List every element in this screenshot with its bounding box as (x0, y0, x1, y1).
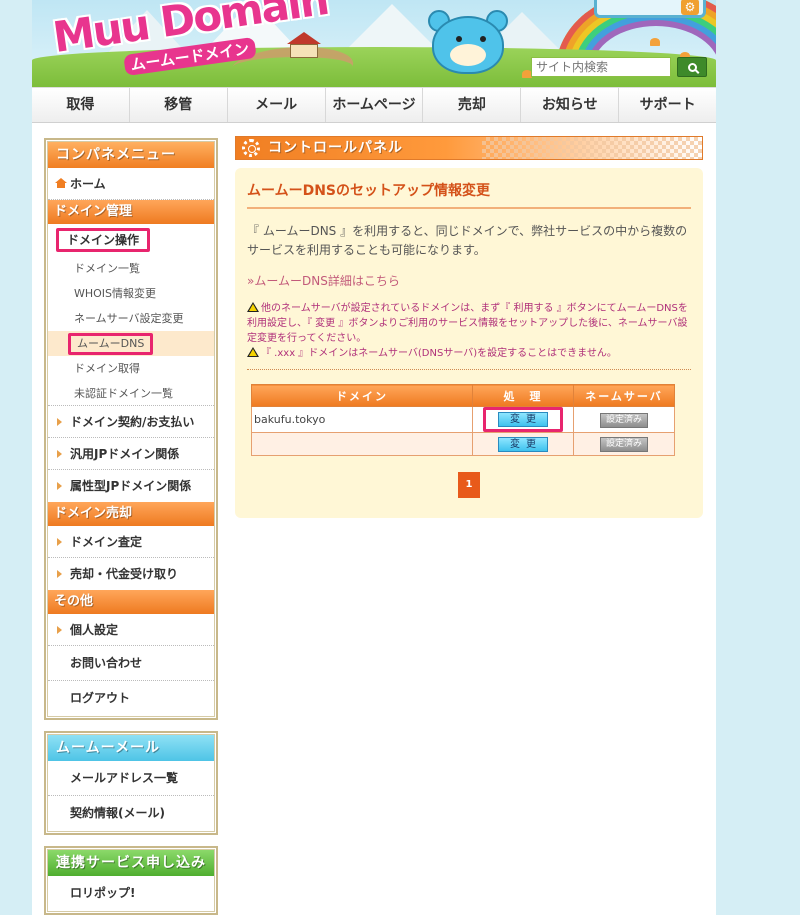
user-box[interactable]: ⚙ (594, 0, 706, 18)
triangle-right-icon (57, 418, 62, 426)
control-panel-menu: コンパネメニュー ホーム ドメイン管理 ドメイン操作 ドメイン一覧 WHOIS情… (44, 138, 218, 720)
global-nav: 取得 移管 メール ホームページ 売却 お知らせ サポート (32, 87, 716, 123)
warning-note-2: 『 .xxx 』ドメインはネームサーバ(DNSサーバ)を設定することはできません… (247, 346, 691, 361)
highlight-frame: 変更 (483, 407, 563, 432)
nav-item-mail[interactable]: メール (228, 88, 326, 122)
configured-button[interactable]: 設定済み (600, 412, 648, 428)
sidebar-item-personal-settings[interactable]: 個人設定 (48, 614, 214, 646)
details-link[interactable]: »ムームーDNS詳細はこちら (247, 272, 691, 289)
warning-note-1: 他のネームサーバが設定されているドメインは、まず『 利用する 』ボタンにてムーム… (247, 302, 688, 344)
bear-mascot (420, 6, 516, 86)
nav-item-transfer[interactable]: 移管 (130, 88, 228, 122)
warning-icon (247, 302, 259, 312)
sidebar-link-whois[interactable]: WHOIS情報変更 (48, 281, 214, 306)
sidebar-item-logout[interactable]: ログアウト (48, 681, 214, 716)
configured-button[interactable]: 設定済み (600, 437, 648, 452)
section-domain-sale: ドメイン売却 (48, 502, 214, 526)
control-panel-header: コントロールパネル (235, 136, 703, 160)
sidebar-link-domain-list[interactable]: ドメイン一覧 (48, 256, 214, 281)
change-button[interactable]: 変更 (498, 412, 548, 427)
domain-cell (251, 432, 473, 456)
house-illustration (287, 32, 321, 58)
table-row: 変更 設定済み (251, 432, 675, 456)
nav-item-acquire[interactable]: 取得 (32, 88, 130, 122)
triangle-right-icon (57, 626, 62, 634)
description-text: 『 ムームーDNS 』を利用すると、同じドメインで、弊社サービスの中から複数のサ… (247, 224, 688, 257)
sidebar-link-muumuu-dns[interactable]: ムームーDNS (48, 331, 214, 356)
col-nameserver: ネームサーバ (573, 384, 675, 407)
domain-table: ドメイン 処 理 ネームサーバ bakufu.tokyo 変更 設定済み 変更 … (251, 384, 675, 456)
cog-icon (242, 139, 260, 157)
change-button[interactable]: 変更 (498, 436, 548, 452)
mail-menu-title: ムームーメール (48, 735, 214, 761)
sidebar: コンパネメニュー ホーム ドメイン管理 ドメイン操作 ドメイン一覧 WHOIS情… (44, 138, 218, 915)
domain-cell: bakufu.tokyo (251, 406, 473, 433)
triangle-right-icon (57, 538, 62, 546)
site-header: Muu Domain ムームードメイン ⚙ (32, 0, 716, 87)
sidebar-item-contact[interactable]: お問い合わせ (48, 646, 214, 681)
sidebar-item-appraisal[interactable]: ドメイン査定 (48, 526, 214, 558)
section-other: その他 (48, 590, 214, 614)
search-icon (687, 63, 697, 72)
site-logo[interactable]: Muu Domain ムームードメイン (46, 0, 330, 77)
partner-menu: 連携サービス申し込み ロリポップ! (44, 846, 218, 915)
dns-setup-panel: ムームーDNSのセットアップ情報変更 『 ムームーDNS 』を利用すると、同じド… (235, 168, 703, 518)
nav-item-sale[interactable]: 売却 (423, 88, 522, 122)
sidebar-item-lolipop[interactable]: ロリポップ! (48, 876, 214, 911)
sidebar-item-mail-contract[interactable]: 契約情報(メール) (48, 796, 214, 831)
triangle-right-icon (57, 450, 62, 458)
home-icon (54, 178, 67, 188)
sidebar-item-mail-addresses[interactable]: メールアドレス一覧 (48, 761, 214, 796)
sidebar-link-unverified[interactable]: 未認証ドメイン一覧 (48, 381, 214, 406)
menu-title: コンパネメニュー (48, 142, 214, 168)
search-button[interactable] (677, 57, 707, 77)
gear-icon[interactable]: ⚙ (681, 0, 699, 15)
sidebar-item-home[interactable]: ホーム (48, 168, 214, 200)
main-content: コントロールパネル ムームーDNSのセットアップ情報変更 『 ムームーDNS 』… (235, 136, 703, 518)
domain-ops-label: ドメイン操作 (56, 228, 151, 252)
sidebar-link-nameserver[interactable]: ネームサーバ設定変更 (48, 306, 214, 331)
page: Muu Domain ムームードメイン ⚙ 取得 移管 メール ホームページ 売… (32, 0, 716, 915)
mail-menu: ムームーメール メールアドレス一覧 契約情報(メール) (44, 731, 218, 835)
nav-item-support[interactable]: サポート (619, 88, 716, 122)
table-row: bakufu.tokyo 変更 設定済み (251, 406, 675, 433)
sidebar-link-domain-acquire[interactable]: ドメイン取得 (48, 356, 214, 381)
panel-title: ムームーDNSのセットアップ情報変更 (247, 180, 691, 209)
triangle-right-icon (57, 570, 62, 578)
nav-item-news[interactable]: お知らせ (521, 88, 620, 122)
pagination: 1 (247, 472, 691, 498)
partner-menu-title: 連携サービス申し込み (48, 850, 214, 876)
triangle-right-icon (57, 482, 62, 490)
nav-item-homepage[interactable]: ホームページ (326, 88, 424, 122)
page-number-current[interactable]: 1 (458, 472, 480, 498)
section-domain-management: ドメイン管理 (48, 200, 214, 224)
col-action: 処 理 (472, 384, 574, 407)
sidebar-item-attribute-jp[interactable]: 属性型JPドメイン関係 (48, 470, 214, 502)
search-input[interactable] (531, 57, 671, 77)
sidebar-item-sale-receive[interactable]: 売却・代金受け取り (48, 558, 214, 590)
col-domain: ドメイン (251, 384, 473, 407)
sidebar-item-general-jp[interactable]: 汎用JPドメイン関係 (48, 438, 214, 470)
sidebar-item-contract-payment[interactable]: ドメイン契約/お支払い (48, 406, 214, 438)
warning-icon (247, 347, 259, 357)
domain-ops-head[interactable]: ドメイン操作 (48, 224, 214, 256)
